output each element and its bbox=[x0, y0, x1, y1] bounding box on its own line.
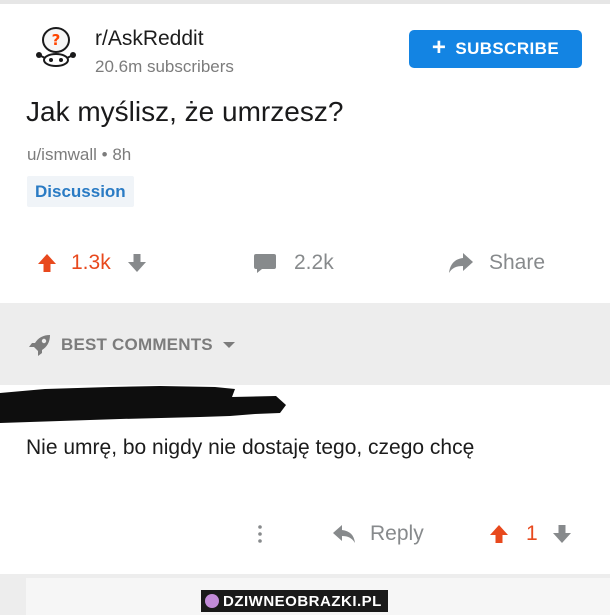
subscriber-count: 20.6m subscribers bbox=[95, 57, 234, 76]
redacted-username bbox=[0, 386, 286, 423]
subscribe-label: SUBSCRIBE bbox=[455, 39, 560, 58]
comment-text: Nie umrę, bo nigdy nie dostaję tego, cze… bbox=[26, 436, 475, 459]
comments-button[interactable]: 2.2k bbox=[253, 245, 334, 281]
comment-count: 2.2k bbox=[294, 251, 334, 274]
share-label: Share bbox=[489, 251, 546, 274]
post-meta: u/ismwall • 8h bbox=[27, 145, 131, 165]
comment-vote-group: 1 bbox=[488, 516, 573, 552]
svg-text:?: ? bbox=[52, 31, 61, 49]
comment-score: 1 bbox=[526, 522, 538, 545]
askreddit-logo-icon[interactable]: ? bbox=[30, 20, 82, 72]
post-age: 8h bbox=[112, 145, 132, 164]
comment-upvote-icon[interactable] bbox=[488, 523, 510, 545]
post-author[interactable]: u/ismwall bbox=[27, 145, 97, 164]
more-options-button[interactable] bbox=[253, 516, 267, 552]
post-action-bar: 1.3k 2.2k Share bbox=[0, 245, 610, 281]
top-divider bbox=[0, 0, 610, 4]
reply-button[interactable]: Reply bbox=[332, 516, 424, 552]
sort-label: BEST COMMENTS bbox=[61, 335, 213, 354]
upvote-icon[interactable] bbox=[36, 252, 58, 274]
rocket-icon bbox=[29, 335, 50, 356]
share-arrow-icon bbox=[449, 253, 473, 273]
reply-label: Reply bbox=[370, 522, 424, 545]
reply-arrow-icon bbox=[333, 525, 355, 543]
downvote-icon[interactable] bbox=[126, 252, 148, 274]
post-score: 1.3k bbox=[71, 251, 111, 274]
post-title[interactable]: Jak myślisz, że umrzesz? bbox=[26, 96, 343, 128]
comment-bubble-icon bbox=[254, 254, 276, 273]
subscribe-button[interactable]: + SUBSCRIBE bbox=[409, 30, 582, 68]
comment-downvote-icon[interactable] bbox=[551, 523, 573, 545]
comment-action-bar: Reply 1 bbox=[0, 516, 610, 552]
share-button[interactable]: Share bbox=[448, 245, 545, 281]
site-watermark: DZIWNEOBRAZKI.PL bbox=[201, 590, 388, 612]
post-flair[interactable]: Discussion bbox=[27, 176, 134, 207]
more-vertical-icon bbox=[258, 525, 262, 543]
chevron-down-icon bbox=[222, 342, 235, 348]
subreddit-name[interactable]: r/AskReddit bbox=[95, 27, 204, 51]
meta-separator: • bbox=[101, 145, 108, 164]
watermark-text: DZIWNEOBRAZKI.PL bbox=[223, 592, 382, 610]
vote-group: 1.3k bbox=[36, 245, 148, 281]
watermark-logo-icon bbox=[205, 594, 219, 608]
sort-dropdown[interactable]: BEST COMMENTS bbox=[28, 332, 236, 358]
plus-icon: + bbox=[431, 34, 447, 61]
